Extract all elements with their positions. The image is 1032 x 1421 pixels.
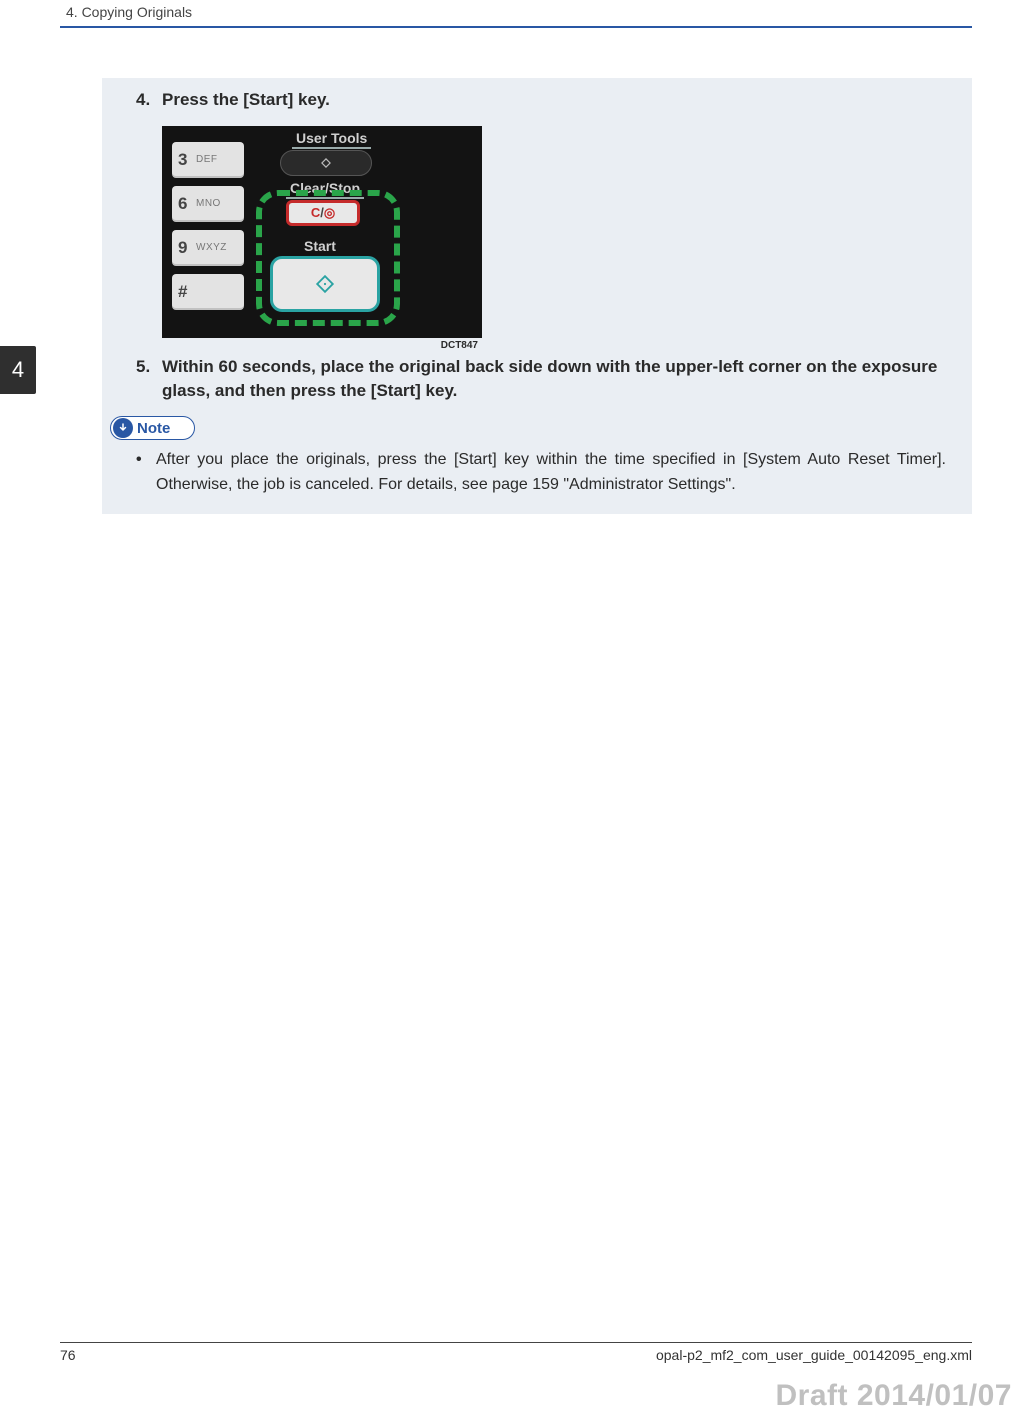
header-rule [60, 26, 972, 28]
keypad-key-hash: # [172, 274, 244, 310]
step-text: Within 60 seconds, place the original ba… [162, 355, 946, 403]
figure-code: DCT847 [162, 338, 482, 351]
step-4: 4. Press the [Start] key. [136, 88, 946, 112]
source-filename: opal-p2_mf2_com_user_guide_00142095_eng.… [656, 1347, 972, 1363]
start-highlight-outline [256, 190, 400, 326]
note-bullet-item: • After you place the originals, press t… [136, 448, 946, 498]
note-text: After you place the originals, press the… [156, 448, 946, 498]
step-text: Press the [Start] key. [162, 88, 946, 112]
keypad-letters: DEF [196, 154, 218, 165]
keypad-letters: WXYZ [196, 242, 227, 253]
keypad-key-6: 6 MNO [172, 186, 244, 222]
chapter-side-tab: 4 [0, 346, 36, 394]
step-5: 5. Within 60 seconds, place the original… [136, 355, 946, 403]
step-number: 5. [136, 355, 162, 403]
keypad-key-9: 9 WXYZ [172, 230, 244, 266]
page-number: 76 [60, 1347, 76, 1363]
keypad-key-3: 3 DEF [172, 142, 244, 178]
bullet-marker: • [136, 448, 156, 498]
keypad-digit: 9 [178, 238, 196, 258]
keypad-digit: # [178, 282, 196, 302]
user-tools-button [280, 150, 372, 176]
keypad-digit: 6 [178, 194, 196, 214]
draft-watermark: Draft 2014/01/07 [776, 1379, 1013, 1413]
step-number: 4. [136, 88, 162, 112]
control-panel-illustration: 3 DEF 6 MNO 9 WXYZ # [162, 126, 482, 351]
down-arrow-icon [113, 418, 133, 438]
user-tools-label: User Tools [292, 130, 371, 149]
running-header: 4. Copying Originals [60, 0, 972, 26]
diamond-icon [319, 156, 333, 170]
instruction-block: 4. Press the [Start] key. 3 DEF 6 MNO 9 [102, 78, 972, 514]
note-label: Note [137, 420, 170, 437]
keypad-letters: MNO [196, 198, 221, 209]
page-footer: 76 opal-p2_mf2_com_user_guide_00142095_e… [60, 1342, 972, 1363]
note-badge: Note [110, 416, 195, 440]
keypad-digit: 3 [178, 150, 196, 170]
